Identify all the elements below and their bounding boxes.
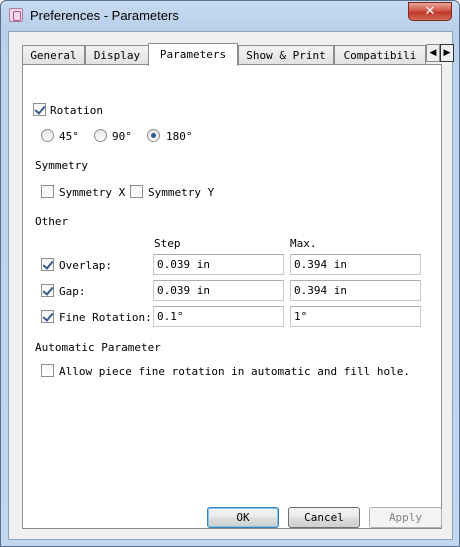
tab-general[interactable]: General: [22, 45, 85, 65]
symmetry-x-checkbox[interactable]: [41, 185, 54, 198]
cancel-button[interactable]: Cancel: [288, 507, 360, 528]
preferences-window: Preferences - Parameters ✕ General Displ…: [0, 0, 460, 547]
tab-scroll-left-button[interactable]: ◀: [426, 44, 440, 62]
rotation-180-label: 180°: [166, 130, 193, 143]
rotation-90-radio[interactable]: [94, 129, 107, 142]
gap-step-input[interactable]: 0.039 in: [153, 280, 284, 301]
chevron-right-icon: ▶: [443, 48, 451, 58]
tab-bar: General Display Parameters Show & Print …: [22, 43, 454, 66]
gap-max-input[interactable]: 0.394 in: [290, 280, 421, 301]
other-separator: [68, 222, 431, 223]
max-column-label: Max.: [290, 237, 317, 250]
apply-button[interactable]: Apply: [369, 507, 442, 528]
symmetry-y-checkbox[interactable]: [130, 185, 143, 198]
ok-button[interactable]: OK: [207, 507, 279, 528]
overlap-checkbox[interactable]: [41, 258, 54, 271]
automatic-header: Automatic Parameter: [35, 341, 164, 354]
tab-display[interactable]: Display: [85, 45, 149, 65]
step-column-label: Step: [154, 237, 181, 250]
title-bar[interactable]: Preferences - Parameters ✕: [1, 1, 459, 31]
allow-fine-rotation-label: Allow piece fine rotation in automatic a…: [59, 365, 410, 378]
close-button[interactable]: ✕: [408, 2, 452, 21]
overlap-label: Overlap:: [59, 259, 112, 272]
fine-rotation-max-input[interactable]: 1°: [290, 306, 421, 327]
close-icon: ✕: [424, 4, 436, 19]
chevron-left-icon: ◀: [429, 48, 437, 58]
tab-parameters[interactable]: Parameters: [148, 43, 238, 66]
tab-scroll-right-button[interactable]: ▶: [440, 44, 454, 62]
rotation-header: Rotation: [50, 104, 103, 117]
symmetry-header: Symmetry: [35, 159, 91, 172]
gap-label: Gap:: [59, 285, 86, 298]
gap-checkbox[interactable]: [41, 284, 54, 297]
rotation-checkbox[interactable]: [33, 103, 46, 116]
fine-rotation-step-input[interactable]: 0.1°: [153, 306, 284, 327]
fine-rotation-checkbox[interactable]: [41, 310, 54, 323]
rotation-separator: [93, 111, 431, 112]
dialog-client: General Display Parameters Show & Print …: [8, 31, 454, 540]
symmetry-separator: [89, 166, 431, 167]
rotation-45-radio[interactable]: [41, 129, 54, 142]
tab-show-print[interactable]: Show & Print: [238, 45, 334, 65]
other-header: Other: [35, 215, 72, 228]
rotation-45-label: 45°: [59, 130, 79, 143]
app-icon: [9, 8, 23, 22]
window-title: Preferences - Parameters: [30, 8, 179, 23]
rotation-90-label: 90°: [112, 130, 132, 143]
tab-compatibility[interactable]: Compatibili: [334, 45, 426, 65]
automatic-separator: [153, 348, 431, 349]
symmetry-x-label: Symmetry X: [59, 186, 126, 199]
fine-rotation-label: Fine Rotation:: [59, 311, 152, 324]
parameters-panel: Rotation 45° 90° 180° Symmetry Symmetry …: [22, 64, 442, 529]
overlap-step-input[interactable]: 0.039 in: [153, 254, 284, 275]
overlap-max-input[interactable]: 0.394 in: [290, 254, 421, 275]
rotation-180-radio[interactable]: [147, 129, 160, 142]
symmetry-y-label: Symmetry Y: [148, 186, 215, 199]
allow-fine-rotation-checkbox[interactable]: [41, 364, 54, 377]
